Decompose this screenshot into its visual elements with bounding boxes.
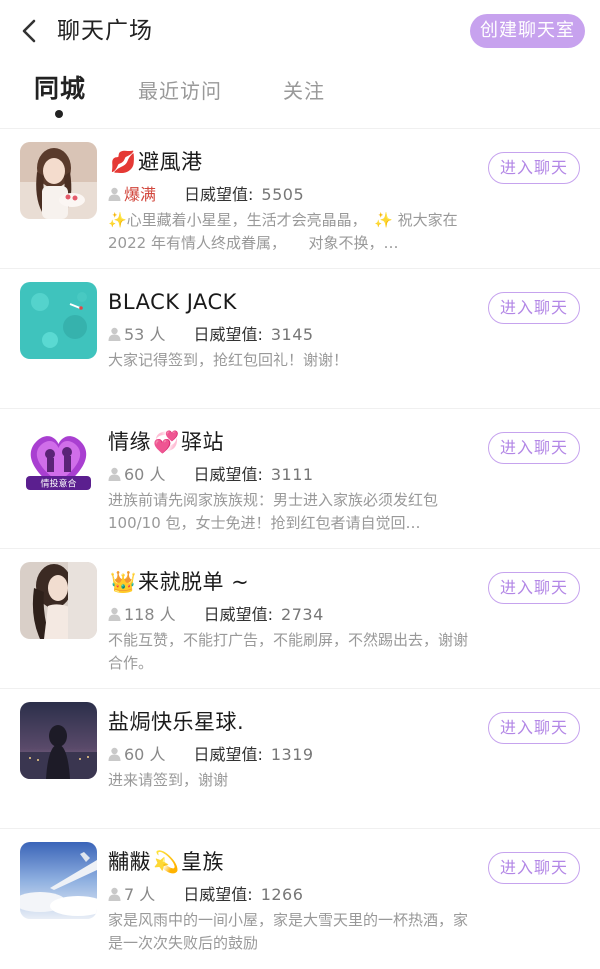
person-icon xyxy=(108,467,121,481)
active-tab-indicator xyxy=(55,110,63,118)
chatroom-list: 💋避風港 爆满 日威望值: 5505 ✨心里藏着小星星，生活才会亮晶晶， ✨ 祝大家… xyxy=(0,128,600,968)
prestige-label: 日威望值: xyxy=(193,465,263,484)
room-stats: 53 人 日威望值: 3145 xyxy=(108,322,314,348)
lips-icon: 💋 xyxy=(110,150,137,174)
page-title: 聊天广场 xyxy=(57,18,153,44)
member-count: 118 人 xyxy=(124,605,176,624)
member-count: 60 人 xyxy=(124,745,166,764)
room-name-text: 来就脱单 ~ xyxy=(138,570,250,594)
room-stats: 60 人 日威望值: 1319 xyxy=(108,742,314,768)
tab-bar: 同城 最近访问 关注 xyxy=(0,70,600,126)
top-bar: 聊天广场 创建聊天室 xyxy=(0,0,600,64)
prestige-value: 1319 xyxy=(270,745,314,764)
member-count: 爆满 xyxy=(124,185,157,204)
room-description: 不能互赞，不能打广告，不能刷屏，不然踢出去，谢谢合作。 xyxy=(108,631,469,672)
prestige-label: 日威望值: xyxy=(184,185,254,204)
join-chat-button[interactable]: 进入聊天 xyxy=(488,152,580,184)
person-icon xyxy=(108,747,121,761)
prestige-value: 1266 xyxy=(260,885,304,904)
hearts-icon: 💞 xyxy=(153,430,180,454)
room-description: ✨心里藏着小星星，生活才会亮晶晶， ✨ 祝大家在 2022 年有情人终成眷属， … xyxy=(108,211,458,252)
room-name-text: 黼黻 xyxy=(108,850,151,874)
room-name: 黼黻💫皇族 xyxy=(108,846,224,878)
room-name-text: 避風港 xyxy=(138,150,203,174)
join-chat-button[interactable]: 进入聊天 xyxy=(488,432,580,464)
crown-icon: 👑 xyxy=(110,570,137,594)
room-name-text-2: 皇族 xyxy=(181,850,224,874)
person-icon xyxy=(108,187,121,201)
member-count: 60 人 xyxy=(124,465,166,484)
prestige-label: 日威望值: xyxy=(193,745,263,764)
back-arrow-icon[interactable] xyxy=(18,16,42,46)
prestige-value: 5505 xyxy=(261,185,305,204)
room-stats: 7 人 日威望值: 1266 xyxy=(108,882,303,908)
room-avatar xyxy=(20,702,97,779)
prestige-value: 3145 xyxy=(270,325,314,344)
room-name: BLACK JACK xyxy=(108,290,237,314)
room-avatar xyxy=(20,562,97,639)
prestige-value: 2734 xyxy=(281,605,324,624)
room-name: 盐焗快乐星球. xyxy=(108,710,245,734)
room-description: 进族前请先阅家族族规：男士进入家族必须发红包 100/10 包，女士免进！抢到红… xyxy=(108,491,439,532)
room-description: 家是风雨中的一间小屋，家是大雪天里的一杯热酒，家是一次次失败后的鼓励 xyxy=(108,911,469,952)
prestige-label: 日威望值: xyxy=(193,325,263,344)
prestige-value: 3111 xyxy=(270,465,314,484)
room-description: 进来请签到，谢谢 xyxy=(108,771,229,789)
tab-recent-visits[interactable]: 最近访问 xyxy=(138,74,222,108)
room-name-text: 情缘 xyxy=(108,430,151,454)
chatroom-item[interactable]: BLACK JACK 53 人 日威望值: 3145 大家记得签到，抢红包回礼！谢谢… xyxy=(0,268,600,408)
room-avatar xyxy=(20,142,97,219)
join-chat-button[interactable]: 进入聊天 xyxy=(488,292,580,324)
dizzy-star-icon: 💫 xyxy=(153,850,180,874)
chatroom-item[interactable]: 💋避風港 爆满 日威望值: 5505 ✨心里藏着小星星，生活才会亮晶晶， ✨ 祝大家… xyxy=(0,128,600,268)
join-chat-button[interactable]: 进入聊天 xyxy=(488,572,580,604)
room-stats: 60 人 日威望值: 3111 xyxy=(108,462,314,488)
room-stats: 爆满 日威望值: 5505 xyxy=(108,182,304,208)
chatroom-item[interactable]: 盐焗快乐星球. 60 人 日威望值: 1319 进来请签到，谢谢 进入聊天 xyxy=(0,688,600,828)
prestige-label: 日威望值: xyxy=(183,885,253,904)
room-avatar xyxy=(20,842,97,919)
tab-following[interactable]: 关注 xyxy=(283,74,325,108)
chatroom-item[interactable]: 情投意合 情缘💞驿站 60 人 日威望值: 3111 进族前请先阅家族族规：男士进入… xyxy=(0,408,600,548)
room-description: 大家记得签到，抢红包回礼！谢谢！ xyxy=(108,351,349,369)
room-name: 情缘💞驿站 xyxy=(108,426,224,458)
member-count: 7 人 xyxy=(124,885,156,904)
person-icon xyxy=(108,607,121,621)
room-stats: 118 人 日威望值: 2734 xyxy=(108,602,324,628)
room-avatar xyxy=(20,282,97,359)
room-avatar: 情投意合 xyxy=(20,422,97,499)
create-chatroom-button[interactable]: 创建聊天室 xyxy=(470,14,585,48)
room-name-text-2: 驿站 xyxy=(181,430,224,454)
join-chat-button[interactable]: 进入聊天 xyxy=(488,852,580,884)
person-icon xyxy=(108,887,121,901)
room-name: 👑来就脱单 ~ xyxy=(108,566,249,598)
member-count: 53 人 xyxy=(124,325,166,344)
avatar-banner-text: 情投意合 xyxy=(40,478,76,490)
join-chat-button[interactable]: 进入聊天 xyxy=(488,712,580,744)
tab-same-city[interactable]: 同城 xyxy=(34,72,86,106)
person-icon xyxy=(108,327,121,341)
chatroom-item[interactable]: 黼黻💫皇族 7 人 日威望值: 1266 家是风雨中的一间小屋，家是大雪天里的一杯热… xyxy=(0,828,600,968)
chatroom-item[interactable]: 👑来就脱单 ~ 118 人 日威望值: 2734 不能互赞，不能打广告，不能刷屏，不… xyxy=(0,548,600,688)
room-name: 💋避風港 xyxy=(108,146,203,178)
prestige-label: 日威望值: xyxy=(203,605,274,624)
